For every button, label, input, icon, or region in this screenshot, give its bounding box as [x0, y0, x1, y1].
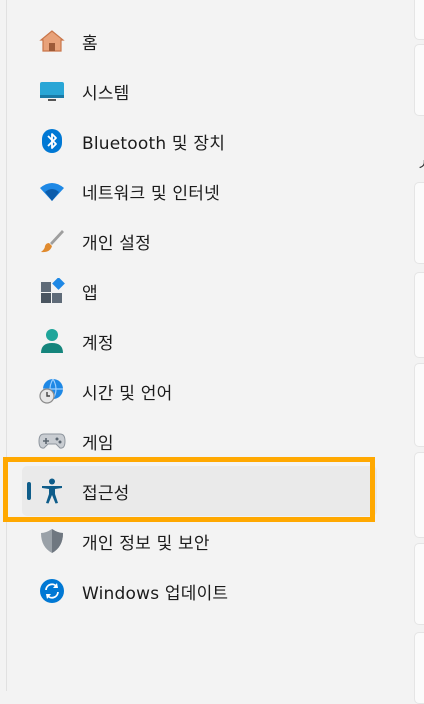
settings-sidebar: 홈 시스템 Bluetooth 및 장치 네트워크 및 인터넷 개인 설정 앱 …: [22, 16, 377, 616]
apps-icon: [38, 277, 66, 305]
sidebar-item-windows-update[interactable]: Windows 업데이트: [22, 566, 377, 616]
accessibility-icon: [38, 477, 66, 505]
sidebar-item-home[interactable]: 홈: [22, 16, 377, 66]
sidebar-item-label: 계정: [82, 333, 114, 354]
section-heading: ㅅ: [417, 151, 424, 175]
brush-icon: [38, 227, 66, 255]
sidebar-item-label: 시간 및 언어: [82, 383, 173, 404]
shield-icon: [38, 527, 66, 555]
sidebar-item-apps[interactable]: 앱: [22, 266, 377, 316]
sidebar-item-time-language[interactable]: 시간 및 언어: [22, 366, 377, 416]
sidebar-item-label: 접근성: [82, 483, 130, 504]
settings-card[interactable]: [414, 452, 424, 538]
settings-card[interactable]: [414, 632, 424, 704]
sidebar-item-system[interactable]: 시스템: [22, 66, 377, 116]
home-icon: [38, 27, 66, 55]
settings-card[interactable]: [414, 0, 424, 40]
settings-card[interactable]: [414, 272, 424, 358]
settings-card[interactable]: [414, 543, 424, 625]
sidebar-item-label: 네트워크 및 인터넷: [82, 183, 220, 204]
settings-card[interactable]: [414, 182, 424, 264]
content-pane: ㅅ: [408, 0, 424, 704]
sidebar-item-label: 앱: [82, 283, 98, 304]
sidebar-item-gaming[interactable]: 게임: [22, 416, 377, 466]
sidebar-item-label: 개인 설정: [82, 233, 151, 254]
bluetooth-icon: [38, 127, 66, 155]
gamepad-icon: [38, 427, 66, 455]
wifi-icon: [38, 177, 66, 205]
settings-card[interactable]: [414, 363, 424, 447]
sidebar-item-network[interactable]: 네트워크 및 인터넷: [22, 166, 377, 216]
sidebar-item-label: 시스템: [82, 83, 130, 104]
sidebar-item-label: 게임: [82, 433, 114, 454]
settings-card[interactable]: [414, 44, 424, 116]
window-left-edge: [0, 0, 7, 691]
sidebar-item-label: Bluetooth 및 장치: [82, 133, 226, 154]
sidebar-item-accessibility[interactable]: 접근성: [22, 466, 377, 516]
system-icon: [38, 77, 66, 105]
sidebar-item-label: 개인 정보 및 보안: [82, 533, 210, 554]
time-language-icon: [38, 377, 66, 405]
sidebar-item-label: 홈: [82, 33, 98, 54]
sidebar-item-accounts[interactable]: 계정: [22, 316, 377, 366]
sidebar-item-label: Windows 업데이트: [82, 583, 229, 604]
update-icon: [38, 577, 66, 605]
account-icon: [38, 327, 66, 355]
selection-indicator: [27, 482, 31, 500]
sidebar-item-bluetooth[interactable]: Bluetooth 및 장치: [22, 116, 377, 166]
sidebar-item-personalization[interactable]: 개인 설정: [22, 216, 377, 266]
sidebar-item-privacy[interactable]: 개인 정보 및 보안: [22, 516, 377, 566]
